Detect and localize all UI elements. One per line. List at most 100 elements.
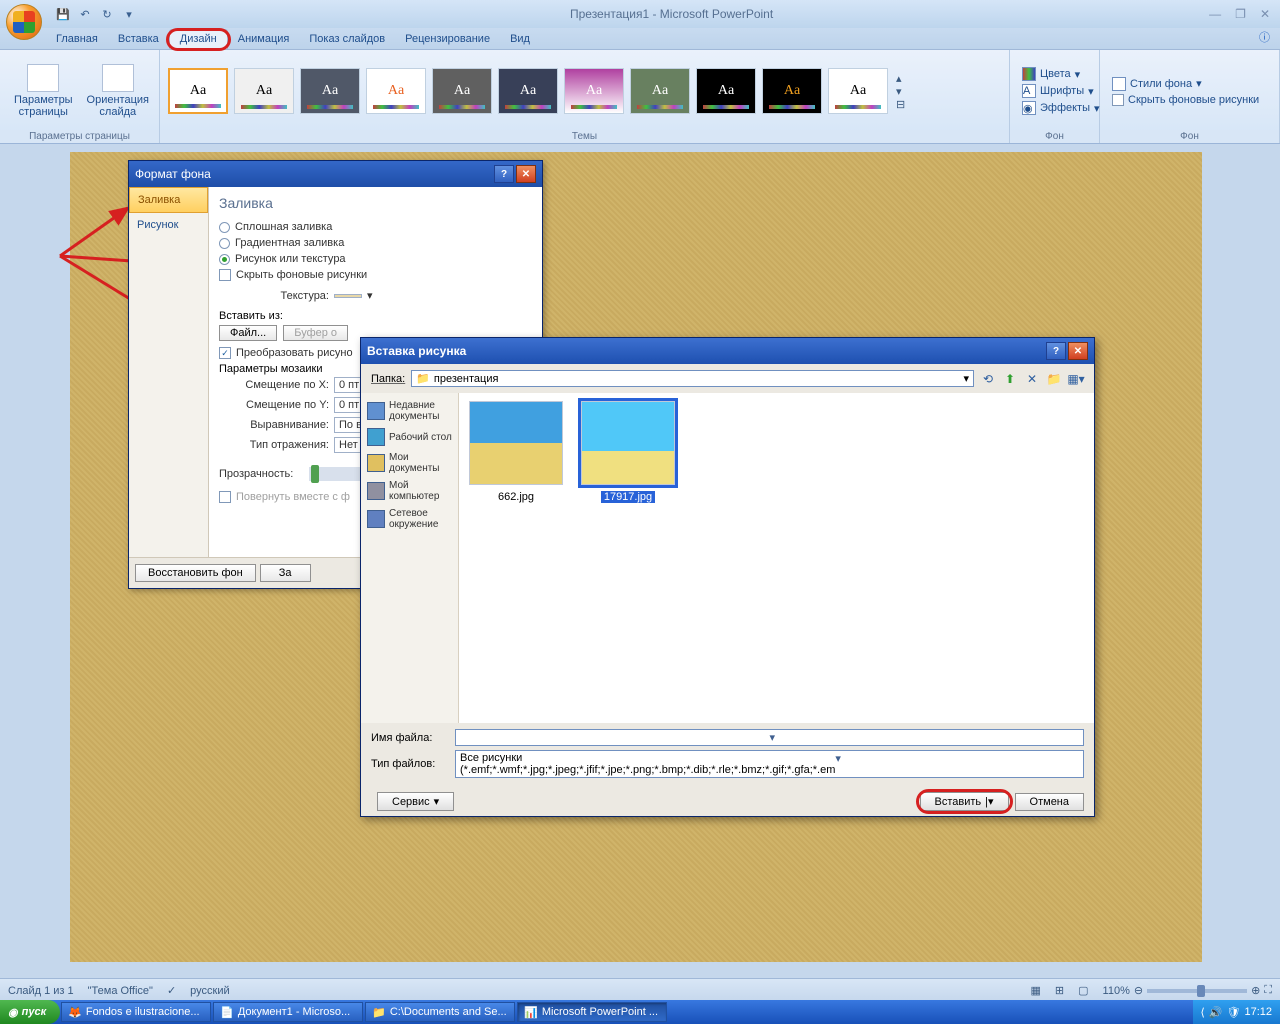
zoom-out-icon[interactable]: ⊖ [1134,984,1143,997]
tray-icon[interactable]: ⟨ [1201,1006,1205,1019]
undo-icon[interactable]: ↶ [76,5,94,23]
cancel-button[interactable]: Отмена [1015,793,1084,811]
close-icon[interactable]: ✕ [1256,7,1274,21]
help-icon[interactable]: ⓘ [1249,26,1280,49]
newfolder-icon[interactable]: 📁 [1046,371,1062,387]
place-mydocs[interactable]: Мои документы [361,449,458,477]
clipboard-button[interactable]: Буфер о [283,325,348,341]
close-button[interactable]: За [260,564,311,582]
view-normal-icon[interactable]: ▦ [1031,984,1041,997]
slide-orientation-button[interactable]: Ориентация слайда [83,62,153,120]
maximize-icon[interactable]: ❐ [1231,7,1250,21]
mirror-select[interactable]: Нет [334,437,363,453]
themes-up-icon[interactable]: ▴ [896,72,905,85]
place-desktop[interactable]: Рабочий стол [361,425,458,449]
theme-thumb[interactable]: Aa [432,68,492,114]
group-page-setup-label: Параметры страницы [0,130,159,143]
place-network[interactable]: Сетевое окружение [361,505,458,533]
file-list[interactable]: 662.jpg 17917.jpg [459,393,1094,723]
places-bar: Недавние документы Рабочий стол Мои доку… [361,393,459,723]
redo-icon[interactable]: ↻ [98,5,116,23]
chk-tile[interactable]: ✓ [219,347,231,359]
effects-button[interactable]: ◉Эффекты ▾ [1022,100,1100,116]
dlg1-close-icon[interactable]: ✕ [516,165,536,183]
minimize-icon[interactable]: — [1205,7,1225,21]
language[interactable]: русский [190,985,229,997]
start-button[interactable]: ◉ пуск [0,1000,60,1024]
place-recent[interactable]: Недавние документы [361,397,458,425]
taskbar-task[interactable]: 🦊Fondos e ilustracione... [61,1002,211,1022]
bg-styles-button[interactable]: Стили фона ▾ [1112,76,1259,92]
file-thumb [469,401,563,485]
tray-icon[interactable]: 🔊 [1209,1006,1223,1019]
filetype-select[interactable]: Все рисунки (*.emf;*.wmf;*.jpg;*.jpeg;*.… [455,750,1084,778]
theme-thumb[interactable]: Aa [696,68,756,114]
quick-access-toolbar: 💾 ↶ ↻ ▾ [54,5,138,23]
theme-thumb[interactable]: Aa [234,68,294,114]
tools-button[interactable]: Сервис ▾ [377,792,454,811]
nav-fill[interactable]: Заливка [129,187,208,213]
up-icon[interactable]: ⬆ [1002,371,1018,387]
fonts-button[interactable]: AШрифты ▾ [1022,83,1100,99]
place-mycomputer[interactable]: Мой компьютер [361,477,458,505]
taskbar-task[interactable]: 📊Microsoft PowerPoint ... [517,1002,667,1022]
radio-solid[interactable] [219,222,230,233]
fit-icon[interactable]: ⛶ [1264,984,1272,997]
texture-picker[interactable] [334,294,362,298]
radio-picture[interactable] [219,254,230,265]
theme-thumb[interactable]: Aa [564,68,624,114]
orientation-label: Ориентация слайда [87,94,149,118]
tray-icon[interactable]: 🛡 [1227,1006,1241,1019]
zoom-slider[interactable] [1147,989,1247,993]
tab-animation[interactable]: Анимация [228,30,300,49]
theme-thumb[interactable]: Aa [300,68,360,114]
dlg2-help-icon[interactable]: ? [1046,342,1066,360]
zoom-in-icon[interactable]: ⊕ [1251,984,1260,997]
tab-view[interactable]: Вид [500,30,540,49]
folder-combo[interactable]: 📁презентация▾ [411,370,974,387]
themes-more-icon[interactable]: ⊟ [896,98,905,111]
tab-slideshow[interactable]: Показ слайдов [299,30,395,49]
spellcheck-icon[interactable]: ✓ [167,984,176,997]
page-setup-button[interactable]: Параметры страницы [6,62,81,120]
themes-down-icon[interactable]: ▾ [896,85,905,98]
file-button[interactable]: Файл... [219,325,277,341]
theme-thumb[interactable]: Aa [168,68,228,114]
view-sorter-icon[interactable]: ⊞ [1055,984,1064,997]
taskbar-task[interactable]: 📄Документ1 - Microso... [213,1002,363,1022]
reset-bg-button[interactable]: Восстановить фон [135,564,256,582]
back-icon[interactable]: ⟲ [980,371,996,387]
dlg2-titlebar[interactable]: Вставка рисунка ? ✕ [361,338,1094,364]
theme-thumb[interactable]: Aa [762,68,822,114]
save-icon[interactable]: 💾 [54,5,72,23]
theme-thumb[interactable]: Aa [366,68,426,114]
radio-gradient[interactable] [219,238,230,249]
tab-review[interactable]: Рецензирование [395,30,500,49]
dlg1-help-icon[interactable]: ? [494,165,514,183]
theme-thumb[interactable]: Aa [828,68,888,114]
file-item[interactable]: 17917.jpg [579,401,677,503]
delete-icon[interactable]: ✕ [1024,371,1040,387]
tab-insert[interactable]: Вставка [108,30,169,49]
office-button[interactable] [6,4,42,40]
view-slideshow-icon[interactable]: ▢ [1078,984,1088,997]
nav-picture[interactable]: Рисунок [129,213,208,237]
tab-home[interactable]: Главная [46,30,108,49]
insert-button[interactable]: Вставить |▾ [920,792,1009,811]
qat-more-icon[interactable]: ▾ [120,5,138,23]
tab-design[interactable]: Дизайн [169,29,228,49]
theme-thumb[interactable]: Aa [498,68,558,114]
chk-hide-bg[interactable] [219,269,231,281]
theme-thumb[interactable]: Aa [630,68,690,114]
dlg1-titlebar[interactable]: Формат фона ? ✕ [129,161,542,187]
clock[interactable]: 17:12 [1244,1006,1272,1018]
dlg1-nav: Заливка Рисунок [129,187,209,557]
file-item[interactable]: 662.jpg [467,401,565,503]
taskbar-task[interactable]: 📁C:\Documents and Se... [365,1002,515,1022]
system-tray[interactable]: ⟨ 🔊 🛡 17:12 [1193,1000,1280,1024]
filename-input[interactable]: ▾ [455,729,1084,746]
hide-bg-checkbox[interactable]: Скрыть фоновые рисунки [1112,93,1259,107]
colors-button[interactable]: Цвета ▾ [1022,66,1100,82]
dlg2-close-icon[interactable]: ✕ [1068,342,1088,360]
views-icon[interactable]: ▦▾ [1068,371,1084,387]
